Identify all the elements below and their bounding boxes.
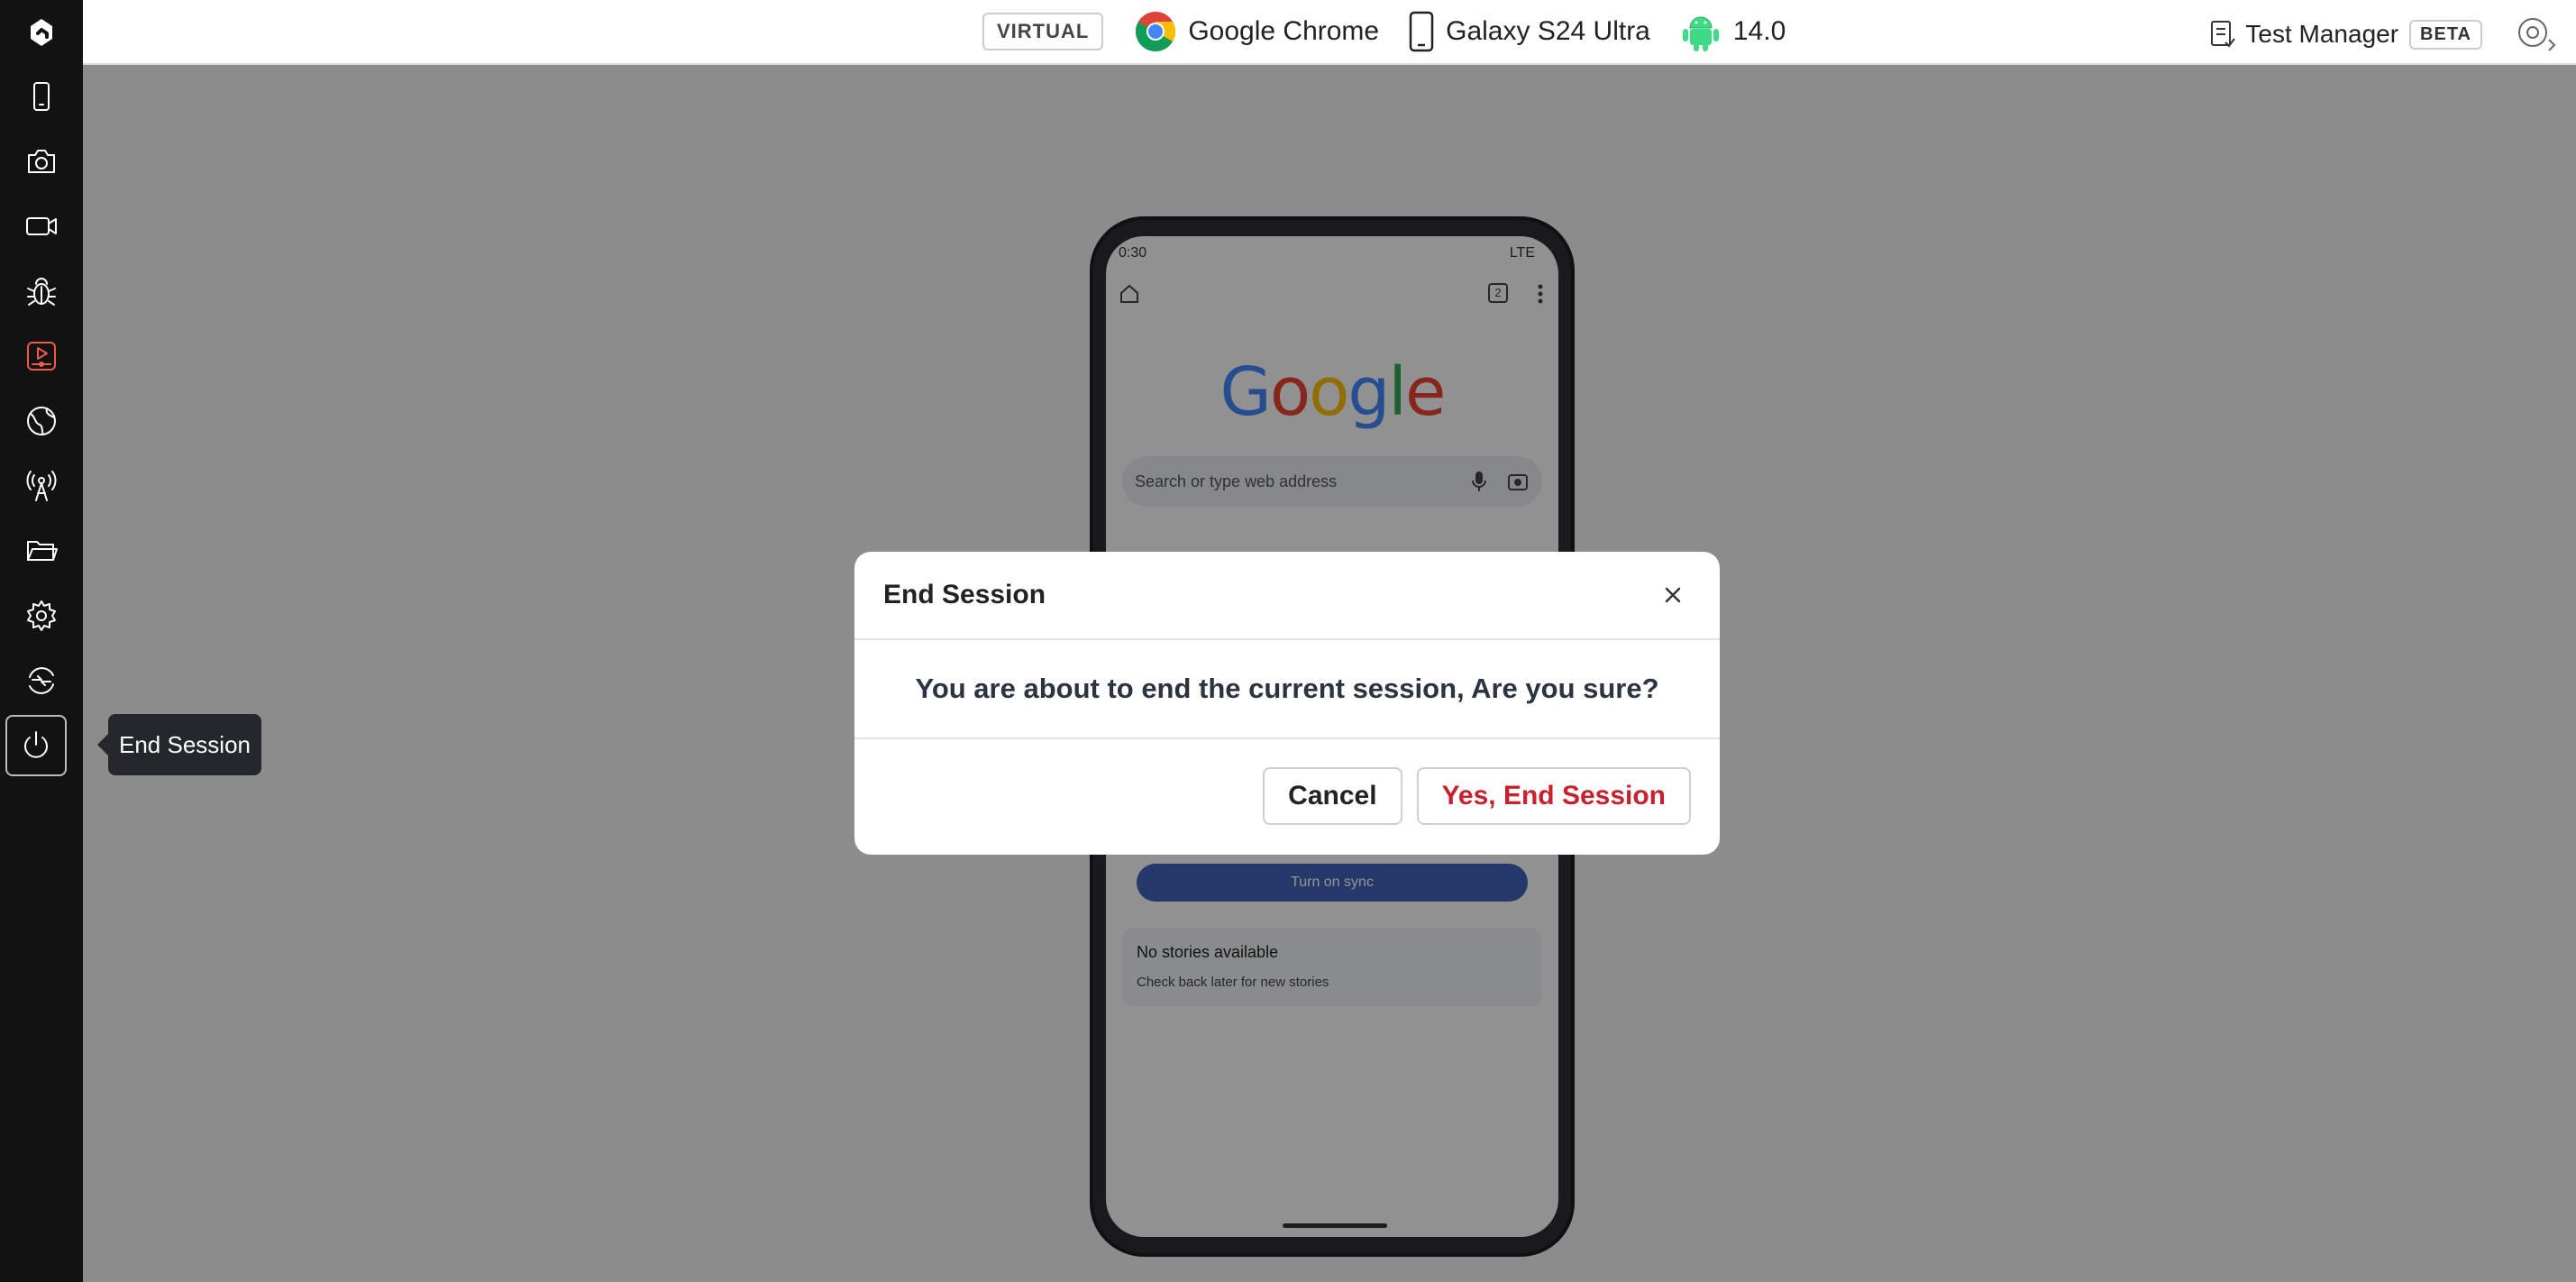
video-icon[interactable] <box>15 200 68 252</box>
browser-settings-icon[interactable] <box>2517 14 2558 54</box>
switch-icon[interactable] <box>15 655 68 707</box>
camera-icon[interactable] <box>15 135 68 188</box>
cancel-button[interactable]: Cancel <box>1263 767 1402 825</box>
test-manager-area: Test Manager BETA <box>2209 14 2558 54</box>
logo-icon[interactable] <box>15 5 68 58</box>
dialog-body: You are about to end the current session… <box>854 640 1720 739</box>
screen-record-icon[interactable] <box>15 330 68 382</box>
bug-icon[interactable] <box>15 265 68 317</box>
android-icon <box>1682 16 1719 51</box>
dialog-message: You are about to end the current session… <box>915 673 1659 704</box>
globe-icon[interactable] <box>15 395 68 447</box>
network-tower-icon[interactable] <box>15 460 68 512</box>
confirm-end-session-button[interactable]: Yes, End Session <box>1416 767 1691 825</box>
power-icon <box>24 731 48 758</box>
beta-badge: BETA <box>2409 19 2482 50</box>
phone-icon <box>1409 11 1434 52</box>
test-manager-icon[interactable] <box>2209 19 2236 50</box>
virtual-badge: VIRTUAL <box>982 13 1104 50</box>
browser-info: Google Chrome <box>1134 10 1379 53</box>
os-info: 14.0 <box>1679 10 1786 53</box>
end-session-dialog: End Session You are about to end the cur… <box>854 552 1720 855</box>
settings-icon[interactable] <box>15 590 68 642</box>
sidebar <box>0 0 83 1282</box>
os-version: 14.0 <box>1732 16 1786 46</box>
dialog-title: End Session <box>883 580 1046 609</box>
test-manager-label[interactable]: Test Manager <box>2245 20 2398 49</box>
end-session-button[interactable] <box>5 715 67 776</box>
browser-name: Google Chrome <box>1188 16 1380 46</box>
device-icon[interactable] <box>15 70 68 123</box>
dialog-header: End Session <box>854 552 1720 640</box>
end-session-tooltip: End Session <box>97 714 261 775</box>
folder-icon[interactable] <box>15 525 68 577</box>
dialog-footer: Cancel Yes, End Session <box>854 739 1720 853</box>
session-info: VIRTUAL Google Chrome Galaxy S24 Ultra 1… <box>982 7 1814 56</box>
device-info: Galaxy S24 Ultra <box>1408 11 1650 52</box>
top-bar: VIRTUAL Google Chrome Galaxy S24 Ultra 1… <box>83 0 2576 65</box>
device-name: Galaxy S24 Ultra <box>1446 16 1650 46</box>
chrome-icon <box>1136 12 1176 51</box>
close-icon[interactable] <box>1655 577 1691 613</box>
